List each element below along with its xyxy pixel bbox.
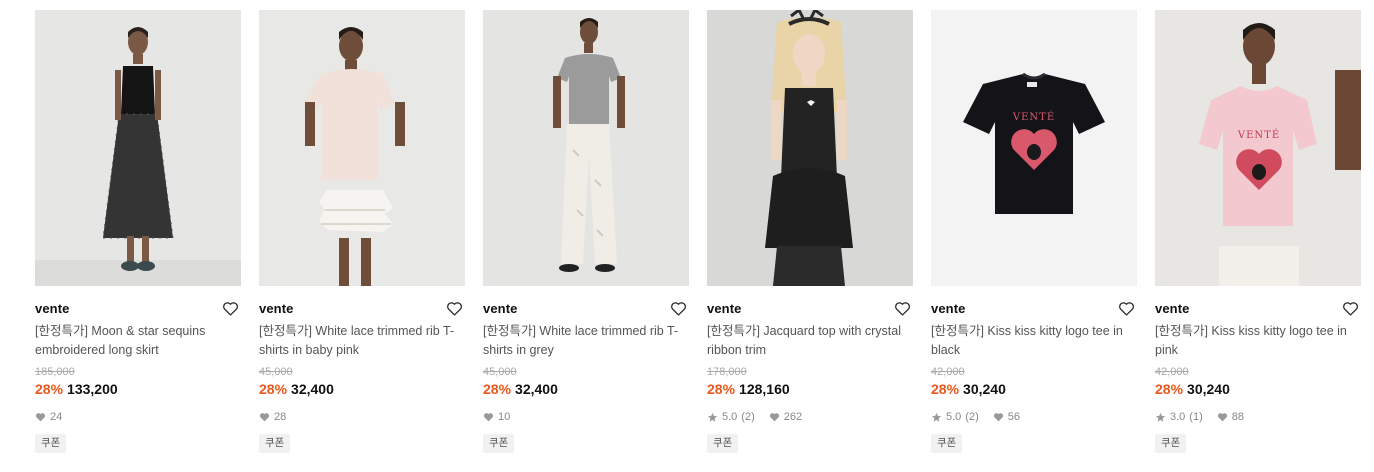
coupon-badge: 쿠폰 bbox=[931, 434, 963, 453]
star-icon bbox=[931, 412, 942, 423]
price-row: 28% 128,160 bbox=[707, 380, 913, 398]
price-row: 28% 133,200 bbox=[35, 380, 241, 398]
product-card[interactable]: VENTÉ vente [한정특가] Kiss kiss kitty logo … bbox=[931, 10, 1137, 453]
brand-name[interactable]: vente bbox=[259, 301, 293, 316]
rating-value: 5.0 bbox=[946, 411, 962, 423]
review-count: (1) bbox=[1189, 411, 1203, 423]
product-title[interactable]: [한정특가] Moon & star sequins embroidered l… bbox=[35, 322, 241, 360]
discount-rate: 28% bbox=[931, 381, 960, 397]
product-meta: 24 bbox=[35, 409, 241, 425]
product-image[interactable]: VENTÉ bbox=[931, 10, 1137, 286]
sale-price: 128,160 bbox=[739, 381, 790, 397]
discount-rate: 28% bbox=[707, 381, 736, 397]
brand-name[interactable]: vente bbox=[35, 301, 69, 316]
brand-name[interactable]: vente bbox=[707, 301, 741, 316]
discount-rate: 28% bbox=[35, 381, 64, 397]
rating-value: 5.0 bbox=[722, 411, 738, 423]
product-title[interactable]: [한정특가] Jacquard top with crystal ribbon … bbox=[707, 322, 913, 360]
product-grid: vente [한정특가] Moon & star sequins embroid… bbox=[35, 10, 1361, 453]
original-price: 42,000 bbox=[1155, 366, 1189, 378]
sale-price: 32,400 bbox=[515, 381, 558, 397]
likes-count: 88 bbox=[1231, 411, 1244, 423]
discount-rate: 28% bbox=[483, 381, 512, 397]
product-image[interactable] bbox=[483, 10, 689, 286]
coupon-badge: 쿠폰 bbox=[483, 434, 515, 453]
coupon-badge: 쿠폰 bbox=[259, 434, 291, 453]
heart-filled-icon bbox=[769, 412, 780, 422]
product-image[interactable]: VENTÉ bbox=[1155, 10, 1361, 286]
wishlist-heart-icon[interactable] bbox=[220, 298, 240, 318]
heart-filled-icon bbox=[483, 412, 494, 422]
product-image[interactable] bbox=[35, 10, 241, 286]
likes-count: 28 bbox=[274, 411, 287, 423]
rating-value: 3.0 bbox=[1170, 411, 1186, 423]
sale-price: 30,240 bbox=[963, 381, 1006, 397]
discount-rate: 28% bbox=[1155, 381, 1184, 397]
svg-text:VENTÉ: VENTÉ bbox=[1012, 111, 1055, 123]
product-title[interactable]: [한정특가] Kiss kiss kitty logo tee in black bbox=[931, 322, 1137, 360]
star-icon bbox=[707, 412, 718, 423]
price-row: 28% 30,240 bbox=[1155, 380, 1361, 398]
price-row: 28% 32,400 bbox=[259, 380, 465, 398]
original-price: 45,000 bbox=[259, 366, 293, 378]
product-image[interactable] bbox=[259, 10, 465, 286]
heart-filled-icon bbox=[993, 412, 1004, 422]
review-count: (2) bbox=[965, 411, 979, 423]
product-card[interactable]: vente [한정특가] White lace trimmed rib T-sh… bbox=[483, 10, 689, 453]
sale-price: 30,240 bbox=[1187, 381, 1230, 397]
product-card[interactable]: VENTÉ vente [한정특가] Kiss kiss kitty logo … bbox=[1155, 10, 1361, 453]
sale-price: 133,200 bbox=[67, 381, 118, 397]
discount-rate: 28% bbox=[259, 381, 288, 397]
wishlist-heart-icon[interactable] bbox=[1116, 298, 1136, 318]
original-price: 185,000 bbox=[35, 366, 75, 378]
svg-text:VENTÉ: VENTÉ bbox=[1237, 129, 1280, 141]
coupon-badge: 쿠폰 bbox=[1155, 434, 1187, 453]
product-card[interactable]: vente [한정특가] Jacquard top with crystal r… bbox=[707, 10, 913, 453]
product-meta: 10 bbox=[483, 409, 689, 425]
original-price: 45,000 bbox=[483, 366, 517, 378]
likes-count: 10 bbox=[498, 411, 511, 423]
heart-filled-icon bbox=[35, 412, 46, 422]
price-row: 28% 32,400 bbox=[483, 380, 689, 398]
brand-name[interactable]: vente bbox=[1155, 301, 1189, 316]
product-card[interactable]: vente [한정특가] White lace trimmed rib T-sh… bbox=[259, 10, 465, 453]
brand-name[interactable]: vente bbox=[931, 301, 965, 316]
heart-filled-icon bbox=[259, 412, 270, 422]
product-image[interactable] bbox=[707, 10, 913, 286]
original-price: 178,000 bbox=[707, 366, 747, 378]
original-price: 42,000 bbox=[931, 366, 965, 378]
product-meta: 3.0 (1) 88 bbox=[1155, 409, 1361, 425]
product-card[interactable]: vente [한정특가] Moon & star sequins embroid… bbox=[35, 10, 241, 453]
product-meta: 28 bbox=[259, 409, 465, 425]
product-title[interactable]: [한정특가] Kiss kiss kitty logo tee in pink bbox=[1155, 322, 1361, 360]
likes-count: 262 bbox=[783, 411, 803, 423]
star-icon bbox=[1155, 412, 1166, 423]
price-row: 28% 30,240 bbox=[931, 380, 1137, 398]
likes-count: 24 bbox=[50, 411, 63, 423]
coupon-badge: 쿠폰 bbox=[35, 434, 67, 453]
product-title[interactable]: [한정특가] White lace trimmed rib T-shirts i… bbox=[483, 322, 689, 360]
sale-price: 32,400 bbox=[291, 381, 334, 397]
product-meta: 5.0 (2) 262 bbox=[707, 409, 913, 425]
product-meta: 5.0 (2) 56 bbox=[931, 409, 1137, 425]
wishlist-heart-icon[interactable] bbox=[892, 298, 912, 318]
product-title[interactable]: [한정특가] White lace trimmed rib T-shirts i… bbox=[259, 322, 465, 360]
coupon-badge: 쿠폰 bbox=[707, 434, 739, 453]
wishlist-heart-icon[interactable] bbox=[668, 298, 688, 318]
brand-name[interactable]: vente bbox=[483, 301, 517, 316]
wishlist-heart-icon[interactable] bbox=[444, 298, 464, 318]
wishlist-heart-icon[interactable] bbox=[1340, 298, 1360, 318]
heart-filled-icon bbox=[1217, 412, 1228, 422]
likes-count: 56 bbox=[1007, 411, 1020, 423]
review-count: (2) bbox=[741, 411, 755, 423]
